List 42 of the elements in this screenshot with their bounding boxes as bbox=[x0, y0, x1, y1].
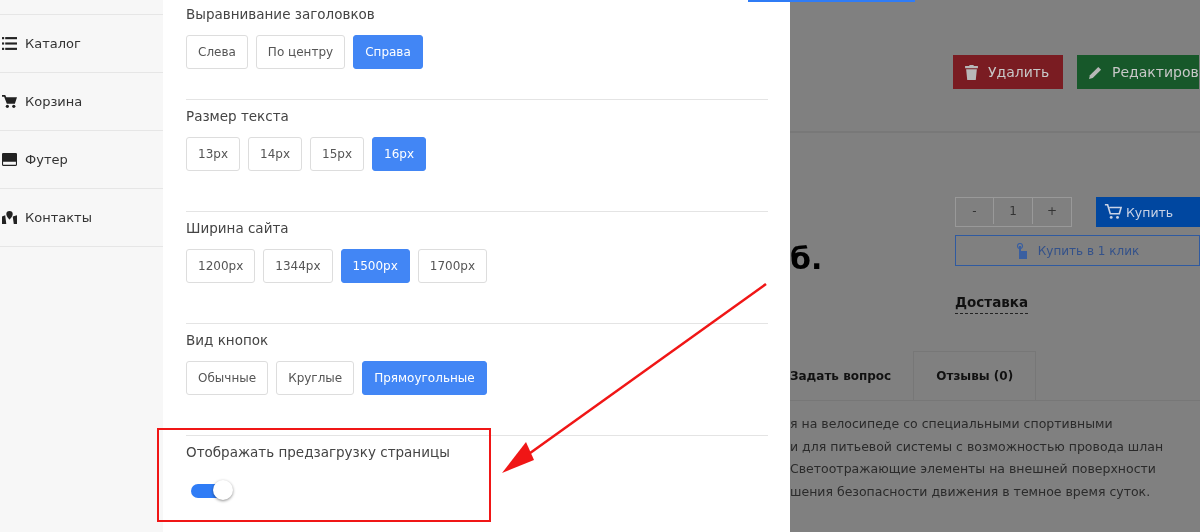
delivery-link[interactable]: Доставка bbox=[955, 294, 1029, 314]
option-button[interactable]: Обычные bbox=[186, 361, 269, 395]
sidebar-label: Контакты bbox=[25, 210, 92, 225]
option-button[interactable]: Справа bbox=[353, 35, 423, 69]
tab[interactable]: Отзывы (0) bbox=[913, 351, 1037, 400]
description-line: и для питьевой системы с возможностью провода шлан bbox=[790, 437, 1165, 456]
trash-icon bbox=[965, 64, 978, 80]
option-button[interactable]: 1500px bbox=[340, 249, 410, 283]
option-button[interactable]: Прямоугольные bbox=[362, 361, 487, 395]
option-button[interactable]: 13px bbox=[186, 137, 240, 171]
option-button[interactable]: 1200px bbox=[186, 249, 256, 283]
setting-title: Ширина сайта bbox=[186, 220, 290, 236]
action-button[interactable]: Редактиров bbox=[1077, 55, 1199, 89]
action-button[interactable]: Удалить bbox=[953, 55, 1063, 89]
footer-icon bbox=[2, 153, 17, 166]
option-button[interactable]: 14px bbox=[248, 137, 302, 171]
description-line: я на велосипеде со специальными спортивными bbox=[790, 415, 1114, 433]
list-icon bbox=[2, 37, 17, 50]
option-button[interactable]: По центру bbox=[255, 35, 346, 69]
tab[interactable]: Задать вопрос bbox=[790, 351, 914, 400]
option-button[interactable]: 15px bbox=[310, 137, 364, 171]
description-line: шения безопасности движения в темное время суток. bbox=[790, 482, 1152, 501]
setting-title: Размер текста bbox=[186, 108, 290, 124]
description-line: Светоотражающие элементы на внешней поверхности bbox=[790, 460, 1157, 478]
option-button[interactable]: 16px bbox=[372, 137, 426, 171]
setting-title: Отображать предзагрузку страницы bbox=[186, 444, 451, 460]
cart-icon bbox=[1104, 203, 1122, 221]
buy-button[interactable]: Купить bbox=[1096, 197, 1200, 227]
option-button[interactable]: 1344px bbox=[263, 249, 333, 283]
setting-title: Выравнивание заголовков bbox=[186, 6, 376, 22]
map-marker-icon bbox=[2, 211, 17, 224]
setting-title: Вид кнопок bbox=[186, 332, 270, 348]
sidebar-label: Футер bbox=[25, 152, 68, 167]
cart-icon bbox=[2, 95, 17, 108]
option-button[interactable]: Слева bbox=[186, 35, 248, 69]
sidebar-label: Каталог bbox=[25, 36, 81, 51]
price-text: б. bbox=[790, 241, 824, 276]
option-button[interactable]: 1700px bbox=[417, 249, 488, 283]
hand-pointer-icon bbox=[1015, 242, 1028, 259]
sidebar-label: Корзина bbox=[25, 94, 83, 109]
pencil-icon bbox=[1089, 64, 1102, 80]
option-button[interactable]: Круглые bbox=[276, 361, 355, 395]
